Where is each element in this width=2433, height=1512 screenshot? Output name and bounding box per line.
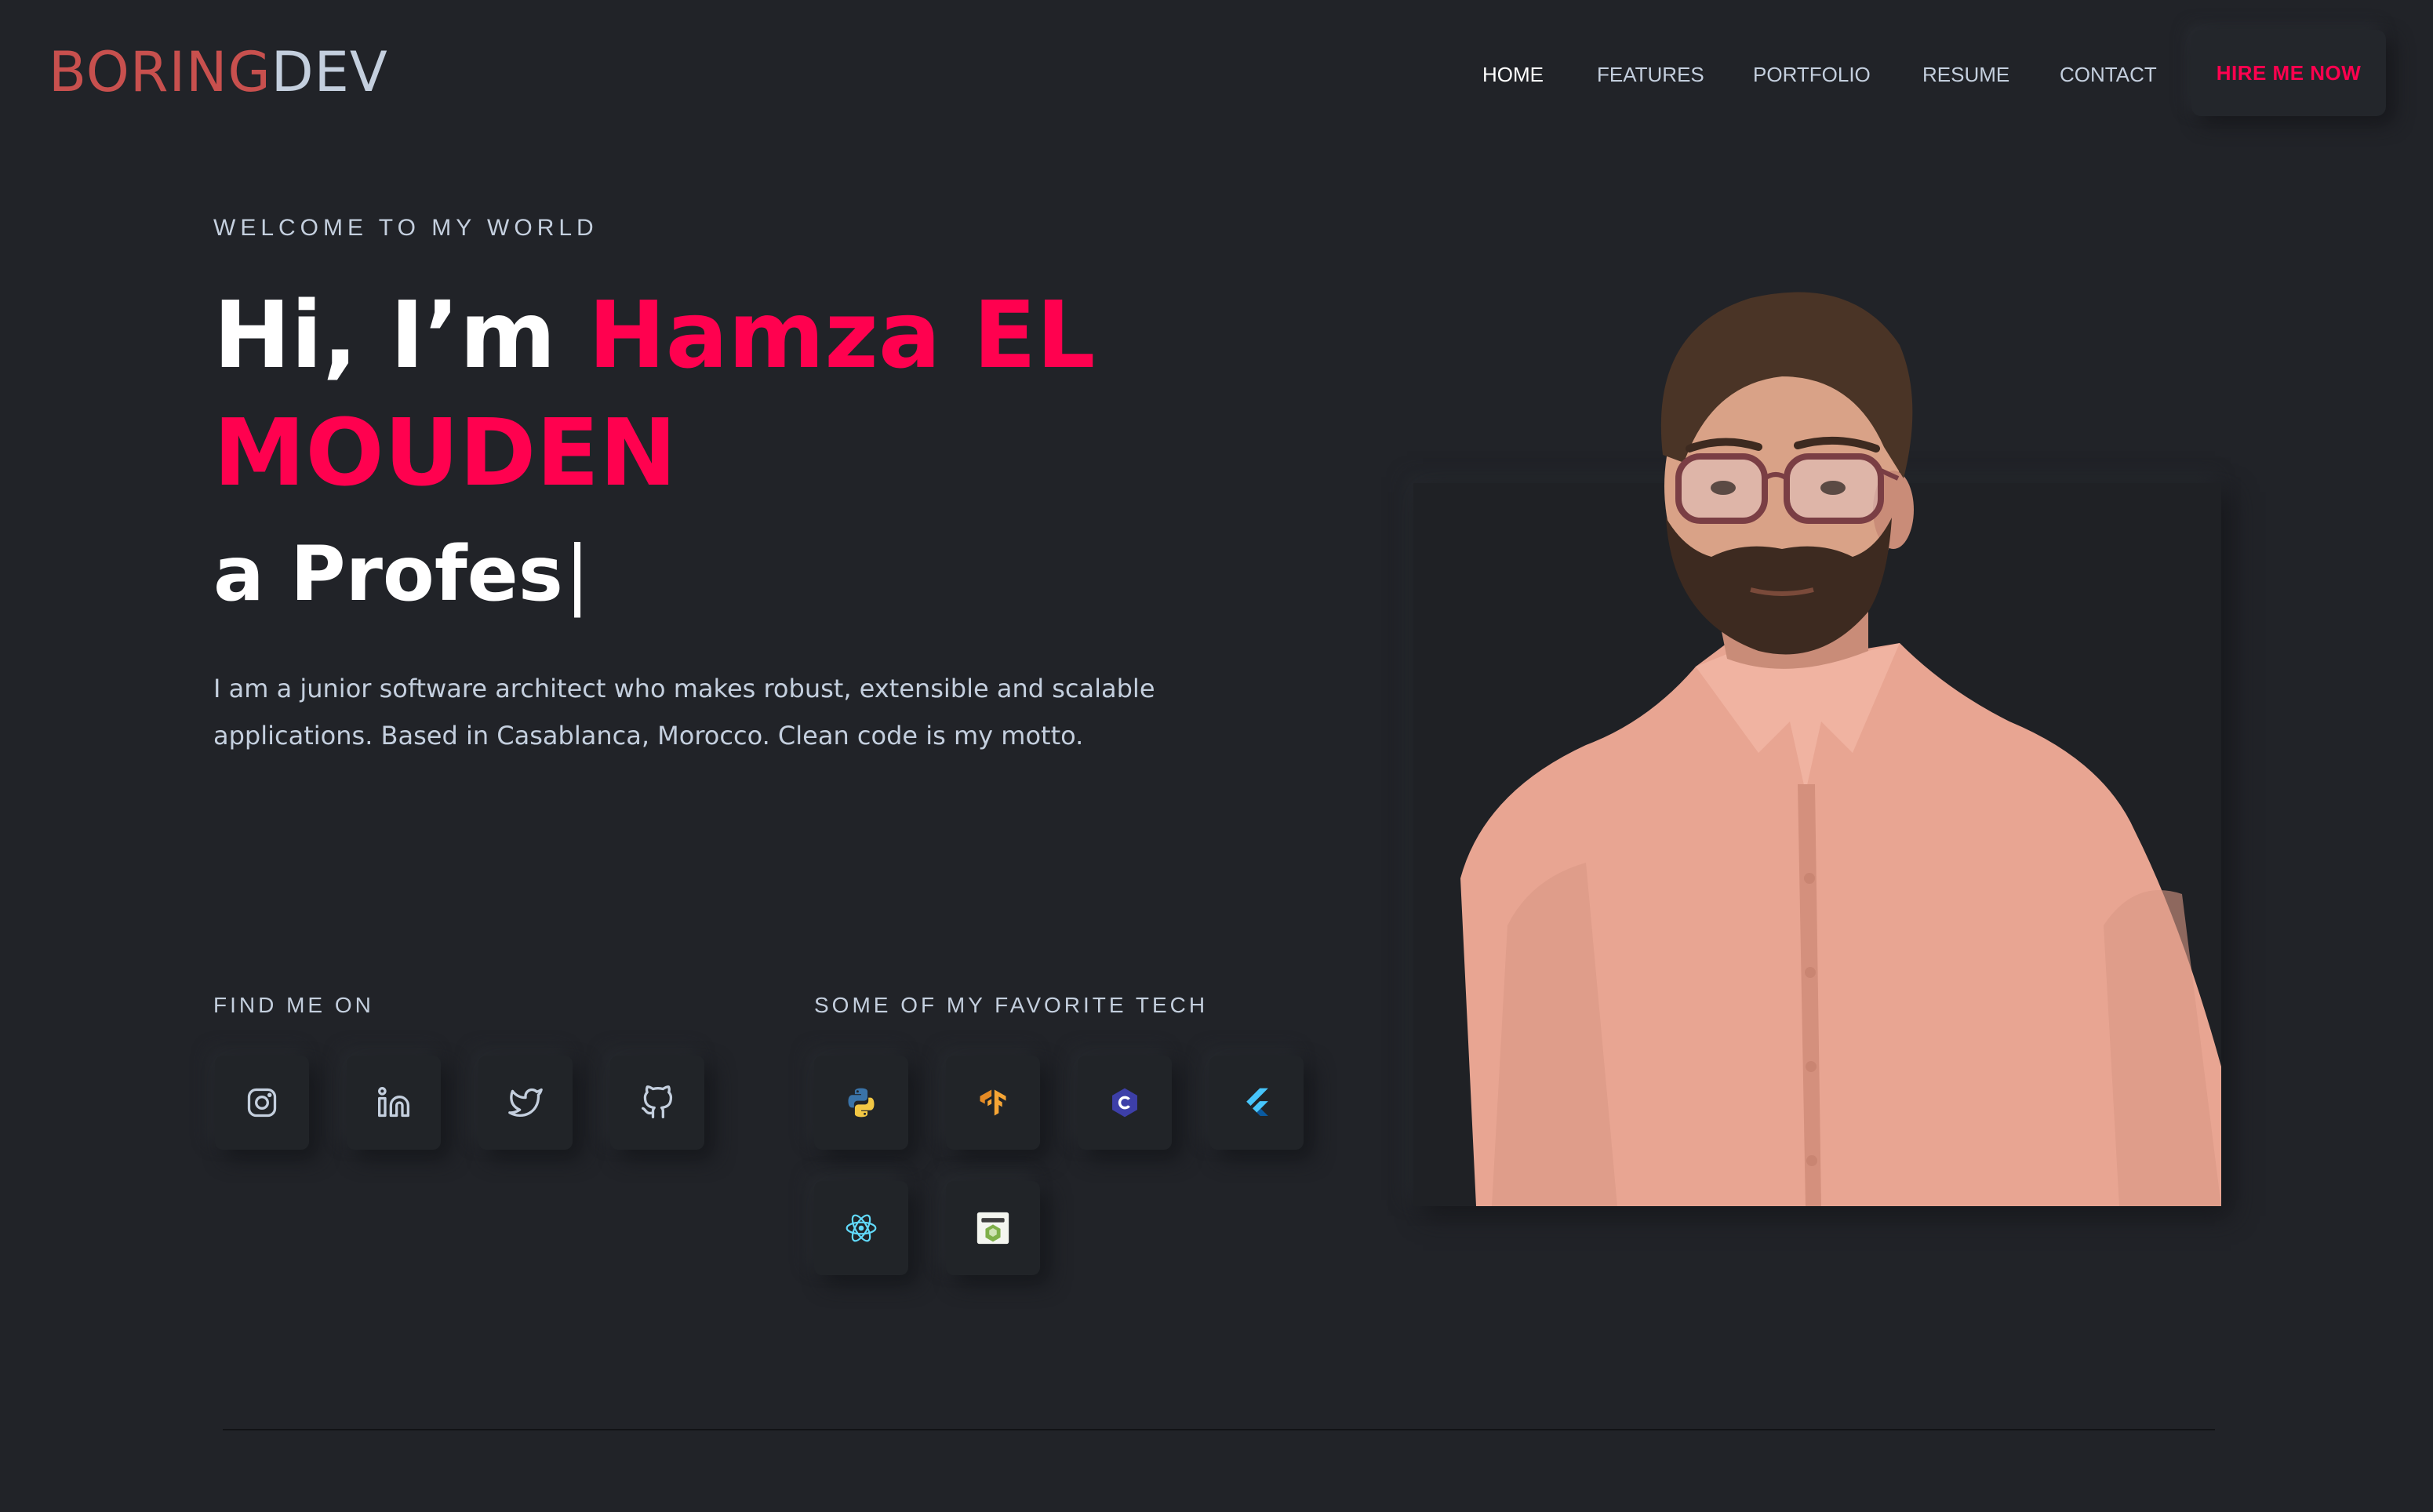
nav-resume[interactable]: RESUME <box>1922 63 2009 87</box>
hero-headline: Hi, I’m Hamza EL MOUDEN <box>213 276 1155 511</box>
typed-role: a Profes| <box>213 527 590 621</box>
nav-contact[interactable]: CONTACT <box>2060 63 2157 87</box>
instagram-link[interactable] <box>215 1056 309 1150</box>
twitter-icon <box>508 1088 543 1118</box>
tensorflow-icon <box>980 1089 1006 1116</box>
nav-portfolio[interactable]: PORTFOLIO <box>1753 63 1871 87</box>
instagram-icon <box>247 1088 277 1118</box>
react-tile <box>814 1181 908 1275</box>
typed-text: a Profes <box>213 530 563 618</box>
flutter-tile <box>1209 1056 1304 1150</box>
hero-greeting: Hi, I’m <box>213 281 588 389</box>
section-divider <box>223 1429 2215 1430</box>
logo-part-boring: BORING <box>49 40 271 104</box>
twitter-link[interactable] <box>478 1056 573 1150</box>
logo-part-dev: DEV <box>271 40 388 104</box>
social-label: FIND ME ON <box>213 993 374 1017</box>
linkedin-link[interactable] <box>347 1056 441 1150</box>
portfolio-page: BORINGDEV HOME FEATURES PORTFOLIO RESUME… <box>0 0 2433 1512</box>
nodejs-tile <box>946 1181 1040 1275</box>
c-language-icon <box>1112 1088 1137 1118</box>
nav-home[interactable]: HOME <box>1482 63 1544 87</box>
profile-photo <box>1413 282 2221 1206</box>
react-icon <box>846 1214 877 1242</box>
profile-photo-illustration <box>1460 292 2221 1206</box>
python-tile <box>814 1056 908 1150</box>
intro-paragraph: I am a junior software architect who mak… <box>213 674 1155 751</box>
nodejs-icon <box>976 1212 1009 1245</box>
welcome-text: WELCOME TO MY WORLD <box>213 215 598 241</box>
tensorflow-tile <box>946 1056 1040 1150</box>
hire-me-button[interactable]: HIRE ME NOW <box>2191 30 2386 116</box>
c-language-tile <box>1078 1056 1172 1150</box>
typed-cursor: | <box>564 530 591 618</box>
github-link[interactable] <box>610 1056 704 1150</box>
python-icon <box>848 1088 875 1118</box>
tech-label: SOME OF MY FAVORITE TECH <box>814 993 1209 1017</box>
linkedin-icon <box>378 1087 409 1118</box>
flutter-icon <box>1246 1088 1268 1117</box>
site-logo[interactable]: BORINGDEV <box>49 41 388 104</box>
nav-features[interactable]: FEATURES <box>1597 63 1704 87</box>
github-icon <box>642 1085 673 1118</box>
